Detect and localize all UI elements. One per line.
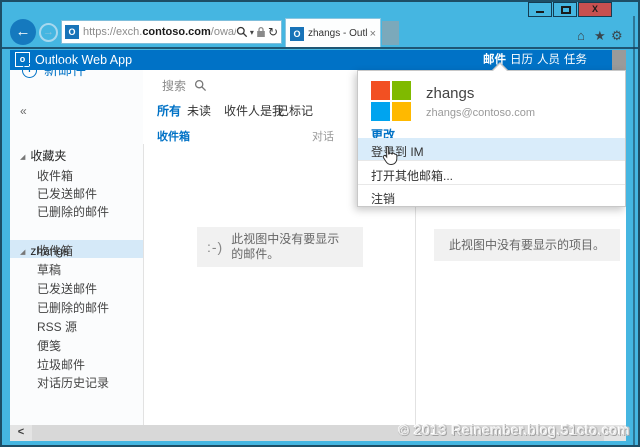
search-icon[interactable] (236, 26, 248, 38)
lock-icon (256, 26, 266, 38)
pane-divider (143, 144, 144, 425)
sidebar-item-rss[interactable]: RSS 源 (37, 318, 77, 335)
nav-tasks[interactable]: 任务 (564, 50, 587, 70)
menu-separator (358, 184, 625, 185)
tab-close-icon[interactable]: × (370, 28, 376, 40)
logo-square-red (371, 81, 390, 100)
user-name: zhangs (426, 85, 474, 102)
search-icon (194, 79, 207, 92)
home-icon[interactable]: ⌂ (577, 29, 585, 43)
site-favicon: O (65, 25, 79, 39)
menu-item-open-other-mailbox[interactable]: 打开其他邮箱... (371, 167, 453, 184)
watermark-text: © 2013 Reinember.blog.51cto.com (399, 422, 630, 438)
tab-favicon: O (290, 27, 304, 41)
chrome-separator (2, 47, 638, 49)
favorites-section[interactable]: ◢收藏夹 (20, 147, 66, 164)
menu-item-sign-out[interactable]: 注销 (371, 190, 395, 207)
back-icon: ← (16, 23, 31, 40)
browser-toolbar: ← → O https://exch.contoso.com/owa/ ▾ ↻ … (2, 2, 638, 47)
sidebar-item-junk[interactable]: 垃圾邮件 (37, 356, 85, 373)
refresh-icon[interactable]: ↻ (268, 25, 278, 39)
browser-tab[interactable]: O zhangs - Outlook Web A... × (285, 18, 381, 48)
new-mail-button[interactable]: + 新邮件 (22, 60, 86, 80)
forward-button[interactable]: → (39, 23, 58, 42)
sidebar-item-deleted[interactable]: 已删除的邮件 (37, 299, 109, 316)
window-frame-shadow (633, 16, 635, 447)
search-dropdown-caret-icon[interactable]: ▾ (250, 28, 254, 37)
menu-separator (358, 160, 625, 161)
forward-icon: → (43, 26, 54, 38)
url-text: https://exch.contoso.com/owa/ (83, 26, 236, 38)
conversation-sort-label[interactable]: 对话 (312, 128, 334, 144)
back-button[interactable]: ← (10, 19, 36, 45)
sidebar-item-fav-sent[interactable]: 已发送邮件 (37, 185, 97, 202)
list-pane-title: 收件箱 (157, 128, 190, 144)
user-email: zhangs@contoso.com (426, 107, 535, 119)
tree-expanded-icon: ◢ (20, 249, 25, 256)
sidebar-item-drafts[interactable]: 草稿 (37, 261, 61, 278)
logo-square-green (392, 81, 411, 100)
sidebar-item-fav-deleted[interactable]: 已删除的邮件 (37, 203, 109, 220)
filter-unread[interactable]: 未读 (187, 102, 211, 119)
sidebar-item-conversation-history[interactable]: 对话历史记录 (37, 374, 109, 391)
logo-square-yellow (392, 102, 411, 121)
address-bar[interactable]: O https://exch.contoso.com/owa/ ▾ ↻ (61, 20, 282, 44)
browser-window: X ← → O https://exch.contoso.com/owa/ ▾ … (0, 0, 640, 447)
sidebar-item-fav-inbox[interactable]: 收件箱 (37, 167, 73, 184)
tree-expanded-icon: ◢ (20, 154, 25, 161)
mouse-cursor-icon (378, 145, 398, 167)
page-viewport: o Outlook Web App 邮件 日历 人员 任务 + 新邮件 « ◢收… (10, 50, 626, 425)
tools-gear-icon[interactable]: ⚙ (611, 29, 623, 43)
search-box[interactable]: 搜索 (162, 77, 207, 94)
user-avatar (371, 81, 411, 121)
sidebar-item-inbox-selected[interactable]: 收件箱 (37, 242, 73, 259)
new-tab-button[interactable] (382, 21, 399, 45)
vertical-scrollbar-thumb[interactable] (612, 50, 626, 70)
filter-all[interactable]: 所有 (157, 102, 181, 119)
owa-app-bar: o Outlook Web App 邮件 日历 人员 任务 (10, 50, 626, 70)
plus-circle-icon: + (22, 63, 37, 78)
user-account-menu: zhangs zhangs@contoso.com 更改 登录到 IM 打开其他… (357, 70, 626, 207)
nav-calendar[interactable]: 日历 (510, 50, 533, 70)
logo-square-blue (371, 102, 390, 121)
filter-flagged[interactable]: 已标记 (277, 102, 313, 119)
tab-title: zhangs - Outlook Web A... (308, 28, 368, 39)
empty-list-message: :-) 此视图中没有要显示的邮件。 (197, 227, 363, 267)
nav-people[interactable]: 人员 (537, 50, 560, 70)
smiley-icon: :-) (207, 239, 223, 255)
sidebar-item-sent[interactable]: 已发送邮件 (37, 280, 97, 297)
collapse-sidebar-icon[interactable]: « (20, 104, 27, 118)
sidebar-item-notes[interactable]: 便笺 (37, 337, 61, 354)
empty-reading-pane-message: 此视图中没有要显示的项目。 (434, 229, 620, 261)
favorites-star-icon[interactable]: ★ (594, 29, 606, 43)
filter-to-me[interactable]: 收件人是我 (224, 102, 284, 119)
scroll-left-icon[interactable]: < (10, 425, 32, 441)
